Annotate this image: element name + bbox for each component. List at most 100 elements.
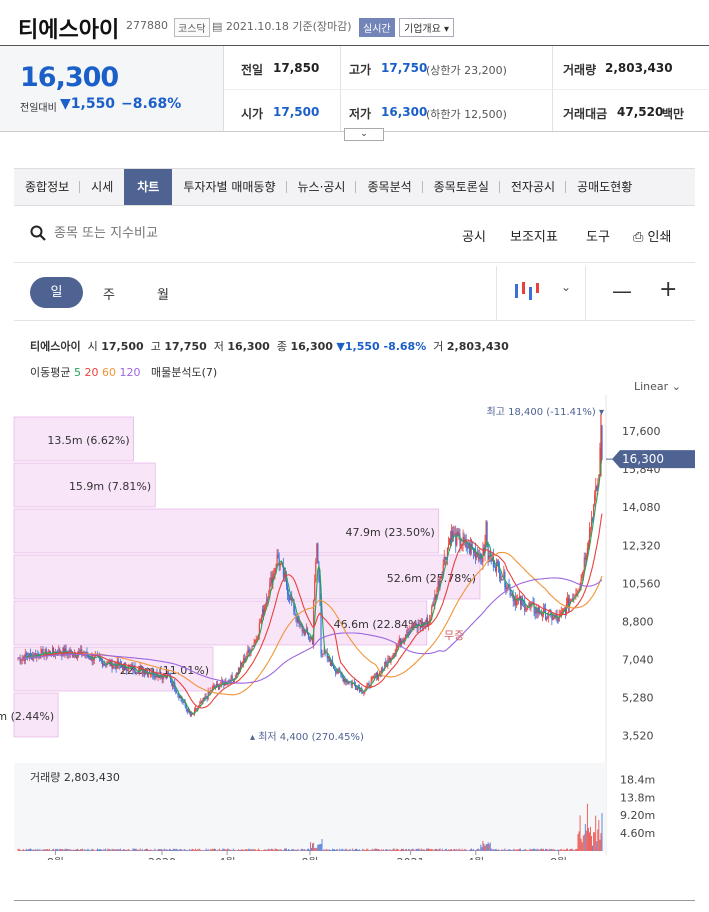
tab-4[interactable]: 뉴스·공시 bbox=[287, 169, 357, 205]
candle-body bbox=[72, 655, 74, 657]
ma20-label: 20 bbox=[84, 366, 99, 379]
candle-body bbox=[172, 682, 174, 687]
tab-7[interactable]: 전자공시 bbox=[500, 169, 567, 205]
candle-body bbox=[121, 666, 124, 670]
candle-body bbox=[294, 611, 296, 614]
candle-body bbox=[525, 609, 527, 611]
candle-body bbox=[30, 653, 32, 655]
period-month-button[interactable]: 월 bbox=[157, 284, 169, 303]
tab-6[interactable]: 종목토론실 bbox=[423, 169, 501, 205]
ma-legend: 이동평균 5 20 60 120 매물분석도(7) bbox=[30, 364, 217, 380]
candle-body bbox=[150, 673, 152, 675]
candle-body bbox=[558, 614, 560, 622]
legend-vol-label: 거 bbox=[433, 340, 444, 353]
candle-body bbox=[263, 609, 265, 615]
candle-body bbox=[459, 533, 461, 546]
y-tick-label: 10,560 bbox=[622, 577, 661, 590]
candle-body bbox=[277, 554, 279, 559]
candle-body bbox=[406, 634, 408, 636]
volume-profile-label: 47.9m (23.50%) bbox=[346, 526, 435, 539]
tab-3[interactable]: 투자자별 매매동향 bbox=[172, 169, 287, 205]
candle-body bbox=[495, 561, 498, 571]
print-button[interactable]: ⎙ 인쇄 bbox=[633, 226, 671, 245]
candle-body bbox=[563, 608, 565, 610]
ohlc-legend: 티에스아이 시 17,500 고 17,750 저 16,300 종 16,30… bbox=[30, 338, 509, 354]
tab-8[interactable]: 공매도현황 bbox=[566, 169, 643, 205]
legend-close: 16,300 bbox=[290, 340, 333, 353]
tab-5[interactable]: 종목분석 bbox=[356, 169, 423, 205]
price-chart[interactable]: 13.5m (6.62%) 15.9m (7.81%) 47.9m (23.50%)… bbox=[0, 395, 709, 860]
event-marker-label: 무증 bbox=[444, 629, 464, 642]
candle-body bbox=[382, 668, 384, 670]
candle-body bbox=[571, 598, 573, 600]
search-icon[interactable] bbox=[30, 225, 46, 241]
expand-quote-button[interactable]: ⌄ bbox=[344, 128, 384, 141]
base-date: ▤ 2021.10.18 기준(장마감) bbox=[212, 18, 352, 34]
candle-body bbox=[412, 624, 414, 629]
min-price-label: ▴ 최저 4,400 (270.45%) bbox=[250, 731, 364, 743]
ma120-label: 120 bbox=[119, 366, 141, 379]
candle-body bbox=[171, 681, 173, 683]
candle-body bbox=[486, 521, 488, 543]
candle-body bbox=[463, 537, 465, 542]
chart-type-selector[interactable]: ⌄ bbox=[496, 266, 586, 321]
candle-body bbox=[89, 658, 91, 660]
candle-body bbox=[448, 538, 451, 545]
candle-body bbox=[455, 533, 457, 546]
quote-row-divider bbox=[224, 89, 709, 90]
chevron-down-icon: ⌄ bbox=[671, 380, 681, 393]
candle-body bbox=[501, 579, 503, 581]
tab-2[interactable]: 차트 bbox=[124, 169, 173, 205]
period-week-button[interactable]: 주 bbox=[103, 284, 115, 303]
candle-body bbox=[557, 617, 559, 622]
candle-body bbox=[520, 596, 522, 605]
candle-body bbox=[444, 556, 446, 559]
candle-body bbox=[236, 672, 238, 675]
candle-body bbox=[137, 672, 139, 674]
candle-body bbox=[327, 655, 329, 659]
candle-body bbox=[329, 661, 331, 666]
period-day-button[interactable]: 일 bbox=[30, 277, 83, 308]
candle-body bbox=[260, 617, 263, 623]
tab-0[interactable]: 종합정보 bbox=[14, 169, 81, 205]
stock-code: 277880 bbox=[126, 19, 168, 32]
candle-body bbox=[266, 599, 268, 606]
candle-body bbox=[432, 603, 434, 608]
disclosure-button[interactable]: 공시 bbox=[462, 226, 486, 245]
company-info-dropdown[interactable]: 기업개요 ▾ bbox=[399, 18, 454, 37]
candle-body bbox=[343, 678, 345, 682]
tab-1[interactable]: 시세 bbox=[80, 169, 124, 205]
candle-body bbox=[144, 672, 147, 675]
candle-body bbox=[590, 527, 592, 530]
realtime-button[interactable]: 실시간 bbox=[359, 18, 395, 37]
open-label: 시가 bbox=[241, 107, 264, 121]
candle-body bbox=[217, 683, 219, 685]
compare-search-input[interactable] bbox=[54, 226, 274, 241]
stock-name: 티에스아이 bbox=[18, 18, 120, 43]
candle-body bbox=[316, 543, 318, 563]
candle-body bbox=[100, 658, 102, 660]
candle-body bbox=[288, 594, 290, 596]
base-date-text: 2021.10.18 기준(장마감) bbox=[225, 20, 352, 33]
zoom-out-button[interactable]: — bbox=[612, 279, 632, 303]
candle-body bbox=[333, 666, 335, 669]
candle-body bbox=[308, 637, 311, 639]
candle-body bbox=[581, 574, 583, 579]
candle-body bbox=[41, 649, 43, 651]
print-label: 인쇄 bbox=[647, 230, 672, 245]
candle-body bbox=[506, 588, 508, 590]
tools-button[interactable]: 도구 bbox=[586, 226, 610, 245]
candle-body bbox=[371, 677, 373, 680]
indicator-button[interactable]: 보조지표 bbox=[510, 226, 558, 245]
candle-body bbox=[213, 686, 216, 688]
ma5-label: 5 bbox=[73, 366, 81, 379]
candle-body bbox=[334, 668, 336, 670]
y-tick-label: 7,040 bbox=[622, 654, 654, 667]
low-label: 저가 bbox=[349, 107, 372, 121]
zoom-in-button[interactable]: + bbox=[659, 277, 677, 302]
candle-body bbox=[136, 672, 138, 674]
scale-selector[interactable]: Linear ⌄ bbox=[634, 380, 681, 393]
ma60-label: 60 bbox=[101, 366, 116, 379]
candle-body bbox=[435, 594, 437, 599]
candle-body bbox=[585, 555, 587, 560]
